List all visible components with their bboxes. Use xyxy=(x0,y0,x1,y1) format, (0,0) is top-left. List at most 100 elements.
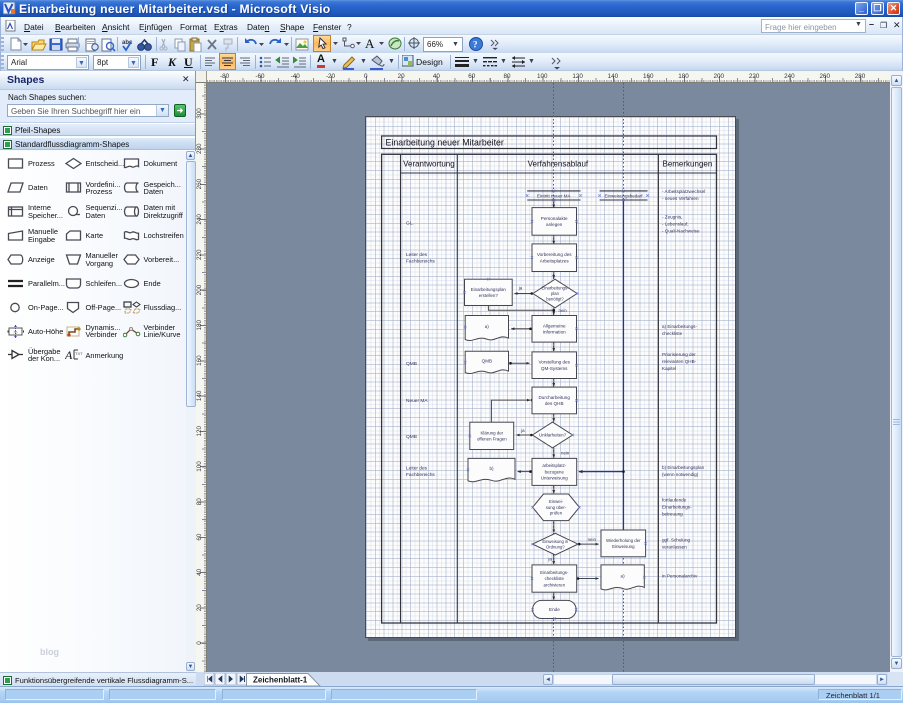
svg-text:Ordnung?: Ordnung? xyxy=(546,544,565,549)
svg-text:GL.: GL. xyxy=(406,221,414,227)
svg-text:Personalakte: Personalakte xyxy=(541,216,568,221)
svg-text:A: A xyxy=(365,36,375,51)
svg-text:140: 140 xyxy=(608,73,619,80)
svg-text:sung über-: sung über- xyxy=(546,505,567,510)
svg-text:?: ? xyxy=(473,40,478,50)
svg-text:Allgemeine: Allgemeine xyxy=(543,323,566,328)
svg-text:Ende: Ende xyxy=(549,607,560,612)
svg-text:60: 60 xyxy=(468,73,476,80)
svg-text:- Lebenslauf,: - Lebenslauf, xyxy=(662,222,689,227)
svg-text:- Arbeitsplatzwechsel: - Arbeitsplatzwechsel xyxy=(662,189,705,194)
svg-text:Vorstellung des: Vorstellung des xyxy=(538,360,570,365)
svg-text:Priorisierung der: Priorisierung der xyxy=(662,352,696,357)
svg-text:220: 220 xyxy=(196,249,203,260)
svg-text:Zeichenblatt-1: Zeichenblatt-1 xyxy=(253,676,308,685)
svg-text:Einarbeitungs-: Einarbeitungs- xyxy=(541,285,569,290)
svg-text:in Personalarchiv: in Personalarchiv xyxy=(662,574,698,579)
svg-text:240: 240 xyxy=(196,214,203,225)
svg-text:betreuung: betreuung xyxy=(662,512,683,517)
svg-text:TXT: TXT xyxy=(75,351,83,356)
svg-text:160: 160 xyxy=(643,73,654,80)
svg-text:QM-Systems: QM-Systems xyxy=(541,366,568,371)
svg-text:Einweisungsbedarf: Einweisungsbedarf xyxy=(604,193,643,198)
svg-text:80: 80 xyxy=(503,73,511,80)
svg-text:260: 260 xyxy=(196,178,203,189)
svg-text:- Zeugnis,: - Zeugnis, xyxy=(662,215,682,220)
svg-text:140: 140 xyxy=(196,390,203,401)
svg-text:a): a) xyxy=(485,324,490,329)
svg-text:Wiederholung der: Wiederholung der xyxy=(606,538,641,543)
svg-text:Arbeitsplatzes: Arbeitsplatzes xyxy=(540,258,570,263)
svg-text:ja: ja xyxy=(518,285,523,290)
svg-text:A: A xyxy=(65,348,73,361)
svg-text:a): a) xyxy=(621,573,626,578)
svg-text:Fachbereichs: Fachbereichs xyxy=(406,259,435,265)
svg-text:veranlassen: veranlassen xyxy=(662,545,687,550)
svg-text:280: 280 xyxy=(196,143,203,154)
svg-text:60: 60 xyxy=(196,533,203,541)
svg-text:Einarbeitungs-: Einarbeitungs- xyxy=(662,505,692,510)
svg-text:des QHB: des QHB xyxy=(545,401,564,406)
svg-text:200: 200 xyxy=(714,73,725,80)
svg-text:ja: ja xyxy=(547,557,552,562)
svg-text:bezogene: bezogene xyxy=(545,469,565,474)
svg-text:Vorbereitung des: Vorbereitung des xyxy=(537,252,572,257)
svg-text:- Quali-Nachweise: - Quali-Nachweise xyxy=(662,229,700,234)
svg-text:benötigt?: benötigt? xyxy=(546,297,564,302)
svg-text:anlegen: anlegen xyxy=(546,222,563,227)
svg-text:100: 100 xyxy=(537,73,548,80)
svg-text:-60: -60 xyxy=(255,73,265,80)
svg-text:Einarbeitungsplan: Einarbeitungsplan xyxy=(471,287,507,292)
svg-text:-20: -20 xyxy=(326,73,336,80)
svg-text:80: 80 xyxy=(196,498,203,506)
svg-text:280: 280 xyxy=(855,73,866,80)
svg-text:nein: nein xyxy=(561,451,570,456)
svg-text:Neuer MA: Neuer MA xyxy=(406,398,428,404)
svg-text:archivieren: archivieren xyxy=(544,582,566,587)
svg-text:Einarbeitungs-: Einarbeitungs- xyxy=(540,570,569,575)
svg-text:180: 180 xyxy=(196,320,203,331)
svg-text:Eintritt neuer MA: Eintritt neuer MA xyxy=(537,193,571,198)
svg-text:Information: Information xyxy=(543,330,566,335)
svg-text:b) Einarbeitungsplan: b) Einarbeitungsplan xyxy=(662,465,705,470)
svg-text:QMB: QMB xyxy=(406,434,417,440)
svg-text:260: 260 xyxy=(819,73,830,80)
svg-text:120: 120 xyxy=(572,73,583,80)
svg-text:Verfahrensablauf: Verfahrensablauf xyxy=(528,160,589,169)
svg-text:Leiter des: Leiter des xyxy=(406,252,428,258)
svg-text:relevanten QHB-: relevanten QHB- xyxy=(662,359,697,364)
svg-text:QMB: QMB xyxy=(482,358,492,363)
svg-text:Bemerkungen: Bemerkungen xyxy=(662,160,712,169)
svg-text:300: 300 xyxy=(196,108,203,119)
svg-text:Kapitel: Kapitel xyxy=(662,366,676,371)
svg-text:a) Einarbeitungs-: a) Einarbeitungs- xyxy=(662,324,697,329)
svg-text:Unklarheiten?: Unklarheiten? xyxy=(539,433,567,438)
svg-text:Fachbereichs: Fachbereichs xyxy=(406,472,435,478)
svg-text:- neues Verfahren: - neues Verfahren xyxy=(662,196,699,201)
svg-text:180: 180 xyxy=(678,73,689,80)
svg-text:erstellen?: erstellen? xyxy=(479,293,499,298)
svg-text:40: 40 xyxy=(433,73,441,80)
svg-text:0: 0 xyxy=(364,73,368,80)
svg-text:120: 120 xyxy=(196,425,203,436)
svg-text:(wenn notwendig): (wenn notwendig) xyxy=(662,472,699,477)
svg-text:checkliste: checkliste xyxy=(662,331,683,336)
svg-text:ggf. Schulung: ggf. Schulung xyxy=(662,538,691,543)
svg-text:plan: plan xyxy=(551,291,560,296)
svg-text:Einweisung in: Einweisung in xyxy=(542,539,569,544)
svg-text:Unterweisung: Unterweisung xyxy=(541,476,568,481)
svg-text:Einarbeitung neuer Mitarbeiter: Einarbeitung neuer Mitarbeiter xyxy=(386,138,504,148)
svg-text:160: 160 xyxy=(196,355,203,366)
svg-text:20: 20 xyxy=(398,73,406,80)
svg-text:prüfen: prüfen xyxy=(550,510,563,515)
svg-text:-80: -80 xyxy=(220,73,230,80)
svg-text:240: 240 xyxy=(784,73,795,80)
svg-text:-40: -40 xyxy=(291,73,301,80)
svg-text:Klärung der: Klärung der xyxy=(480,430,503,435)
svg-text:nein: nein xyxy=(588,537,597,542)
svg-text:offenen Fragen: offenen Fragen xyxy=(477,437,507,442)
svg-text:20: 20 xyxy=(196,604,203,612)
svg-text:220: 220 xyxy=(749,73,760,80)
svg-text:Verantwortung: Verantwortung xyxy=(403,160,455,169)
svg-text:Durcharbeitung: Durcharbeitung xyxy=(538,395,570,400)
